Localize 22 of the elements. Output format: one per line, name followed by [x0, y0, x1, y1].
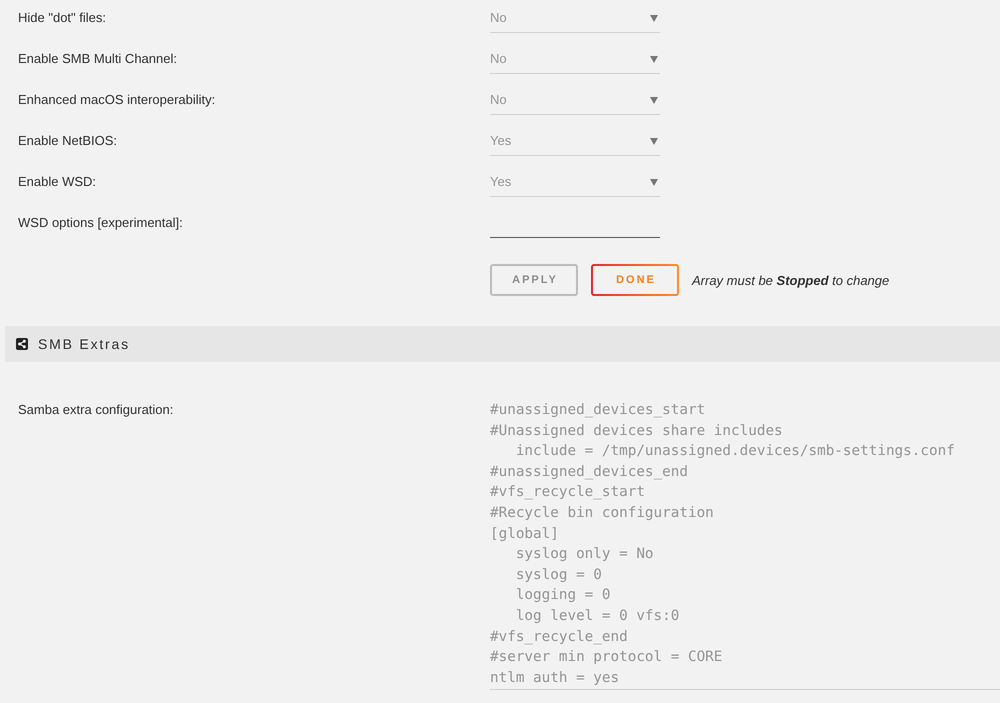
config-textarea[interactable]: #unassigned_devices_start #Unassigned devices share includes include = /tmp/unassigned.devices/smb-settings.conf #unassigned_devices_end #vfs_recycle_start #Recycle bin configuration [global] syslog only = No syslog = 0 logging = 0 log level = 0 vfs:0 #vfs_recycle_end #server min protocol = CORE ntlm auth = yes: [490, 400, 1000, 690]
share-icon: [16, 338, 28, 350]
caret-icon: [650, 56, 658, 63]
section-title: SMB Extras: [38, 336, 130, 352]
caret-icon: [650, 15, 658, 22]
dropdown-select[interactable]: No: [490, 85, 660, 115]
setting-label: Samba extra configuration:: [17, 401, 174, 419]
dropdown-select[interactable]: No: [490, 3, 660, 33]
dropdown-select[interactable]: Yes: [490, 167, 660, 197]
dropdown-select[interactable]: Yes: [490, 126, 660, 156]
setting-label: Enable WSD:: [17, 173, 98, 191]
setting-label: Hide "dot" files:: [17, 9, 107, 27]
caret-icon: [650, 97, 658, 104]
caret-icon: [650, 179, 658, 186]
setting-label: WSD options [experimental]:: [17, 214, 184, 232]
action-button[interactable]: DONE: [591, 264, 679, 296]
setting-label: Enable SMB Multi Channel:: [17, 50, 178, 68]
setting-label: Enhanced macOS interoperability:: [17, 91, 216, 109]
dropdown-select[interactable]: No: [490, 44, 660, 74]
status-note: Array must be Stopped to change: [692, 272, 890, 288]
caret-icon: [650, 138, 658, 145]
setting-label: Enable NetBIOS:: [17, 132, 118, 150]
